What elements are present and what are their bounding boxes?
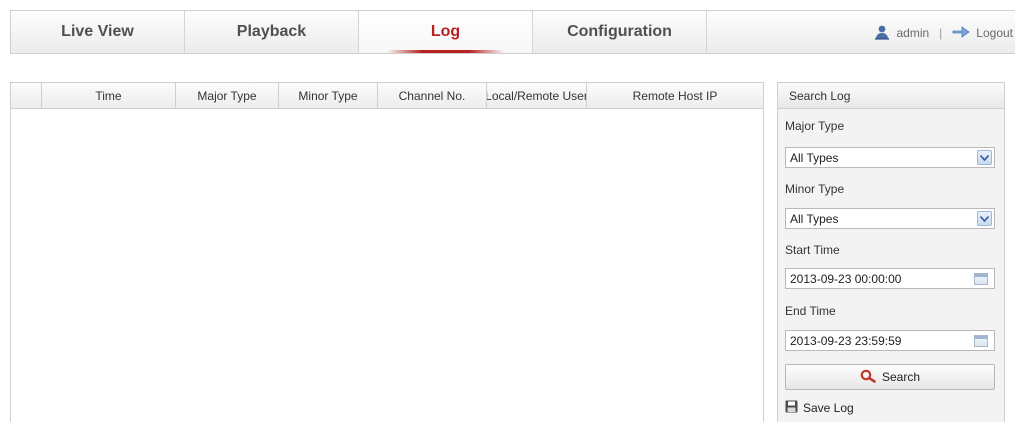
column-header-minor-type[interactable]: Minor Type	[279, 83, 378, 108]
tab-label: Configuration	[567, 23, 672, 40]
tab-live-view[interactable]: Live View	[11, 11, 185, 53]
calendar-icon[interactable]	[974, 273, 988, 285]
tab-log[interactable]: Log	[359, 11, 533, 53]
save-log-label: Save Log	[803, 401, 854, 415]
major-type-value: All Types	[790, 150, 839, 165]
column-header-major-type[interactable]: Major Type	[176, 83, 279, 108]
log-table: Time Major Type Minor Type Channel No. L…	[10, 82, 764, 422]
end-time-input[interactable]: 2013-09-23 23:59:59	[785, 330, 995, 351]
search-log-panel: Search Log Major Type All Types Minor Ty…	[777, 82, 1005, 422]
chevron-down-icon[interactable]	[977, 211, 992, 226]
major-type-label: Major Type	[785, 119, 845, 133]
table-body	[11, 109, 763, 422]
start-time-input[interactable]: 2013-09-23 00:00:00	[785, 268, 995, 289]
search-button-label: Search	[881, 370, 921, 384]
column-header-remote-host-ip[interactable]: Remote Host IP	[587, 83, 763, 108]
chevron-down-icon[interactable]	[977, 150, 992, 165]
calendar-icon[interactable]	[974, 335, 988, 347]
user-area: admin | Logout	[874, 11, 1015, 55]
tab-label: Playback	[236, 23, 307, 40]
panel-title: Search Log	[778, 83, 1004, 109]
logout-link[interactable]: Logout	[976, 26, 1013, 40]
user-icon	[874, 24, 890, 43]
table-header: Time Major Type Minor Type Channel No. L…	[11, 83, 763, 109]
tab-configuration[interactable]: Configuration	[533, 11, 707, 53]
save-icon	[785, 400, 798, 416]
tab-playback[interactable]: Playback	[185, 11, 359, 53]
tab-label: Log	[430, 23, 461, 40]
column-header-user[interactable]: Local/Remote User	[487, 83, 587, 108]
start-time-label: Start Time	[785, 243, 840, 257]
logout-icon[interactable]	[952, 25, 970, 42]
start-time-value: 2013-09-23 00:00:00	[790, 271, 902, 286]
tab-label: Live View	[61, 23, 134, 40]
major-type-select[interactable]: All Types	[785, 147, 995, 168]
username: admin	[896, 26, 930, 40]
separator: |	[939, 26, 943, 40]
column-header-checkbox	[11, 83, 42, 108]
minor-type-select[interactable]: All Types	[785, 208, 995, 229]
minor-type-value: All Types	[790, 211, 839, 226]
column-header-time[interactable]: Time	[42, 83, 176, 108]
column-header-channel-no[interactable]: Channel No.	[378, 83, 487, 108]
save-log-button[interactable]: Save Log	[785, 400, 854, 416]
minor-type-label: Minor Type	[785, 182, 845, 196]
search-icon	[860, 369, 876, 386]
end-time-label: End Time	[785, 304, 836, 318]
top-navigation: Live View Playback Log Configuration adm…	[10, 10, 1015, 54]
end-time-value: 2013-09-23 23:59:59	[790, 333, 902, 348]
search-button[interactable]: Search	[785, 364, 995, 390]
